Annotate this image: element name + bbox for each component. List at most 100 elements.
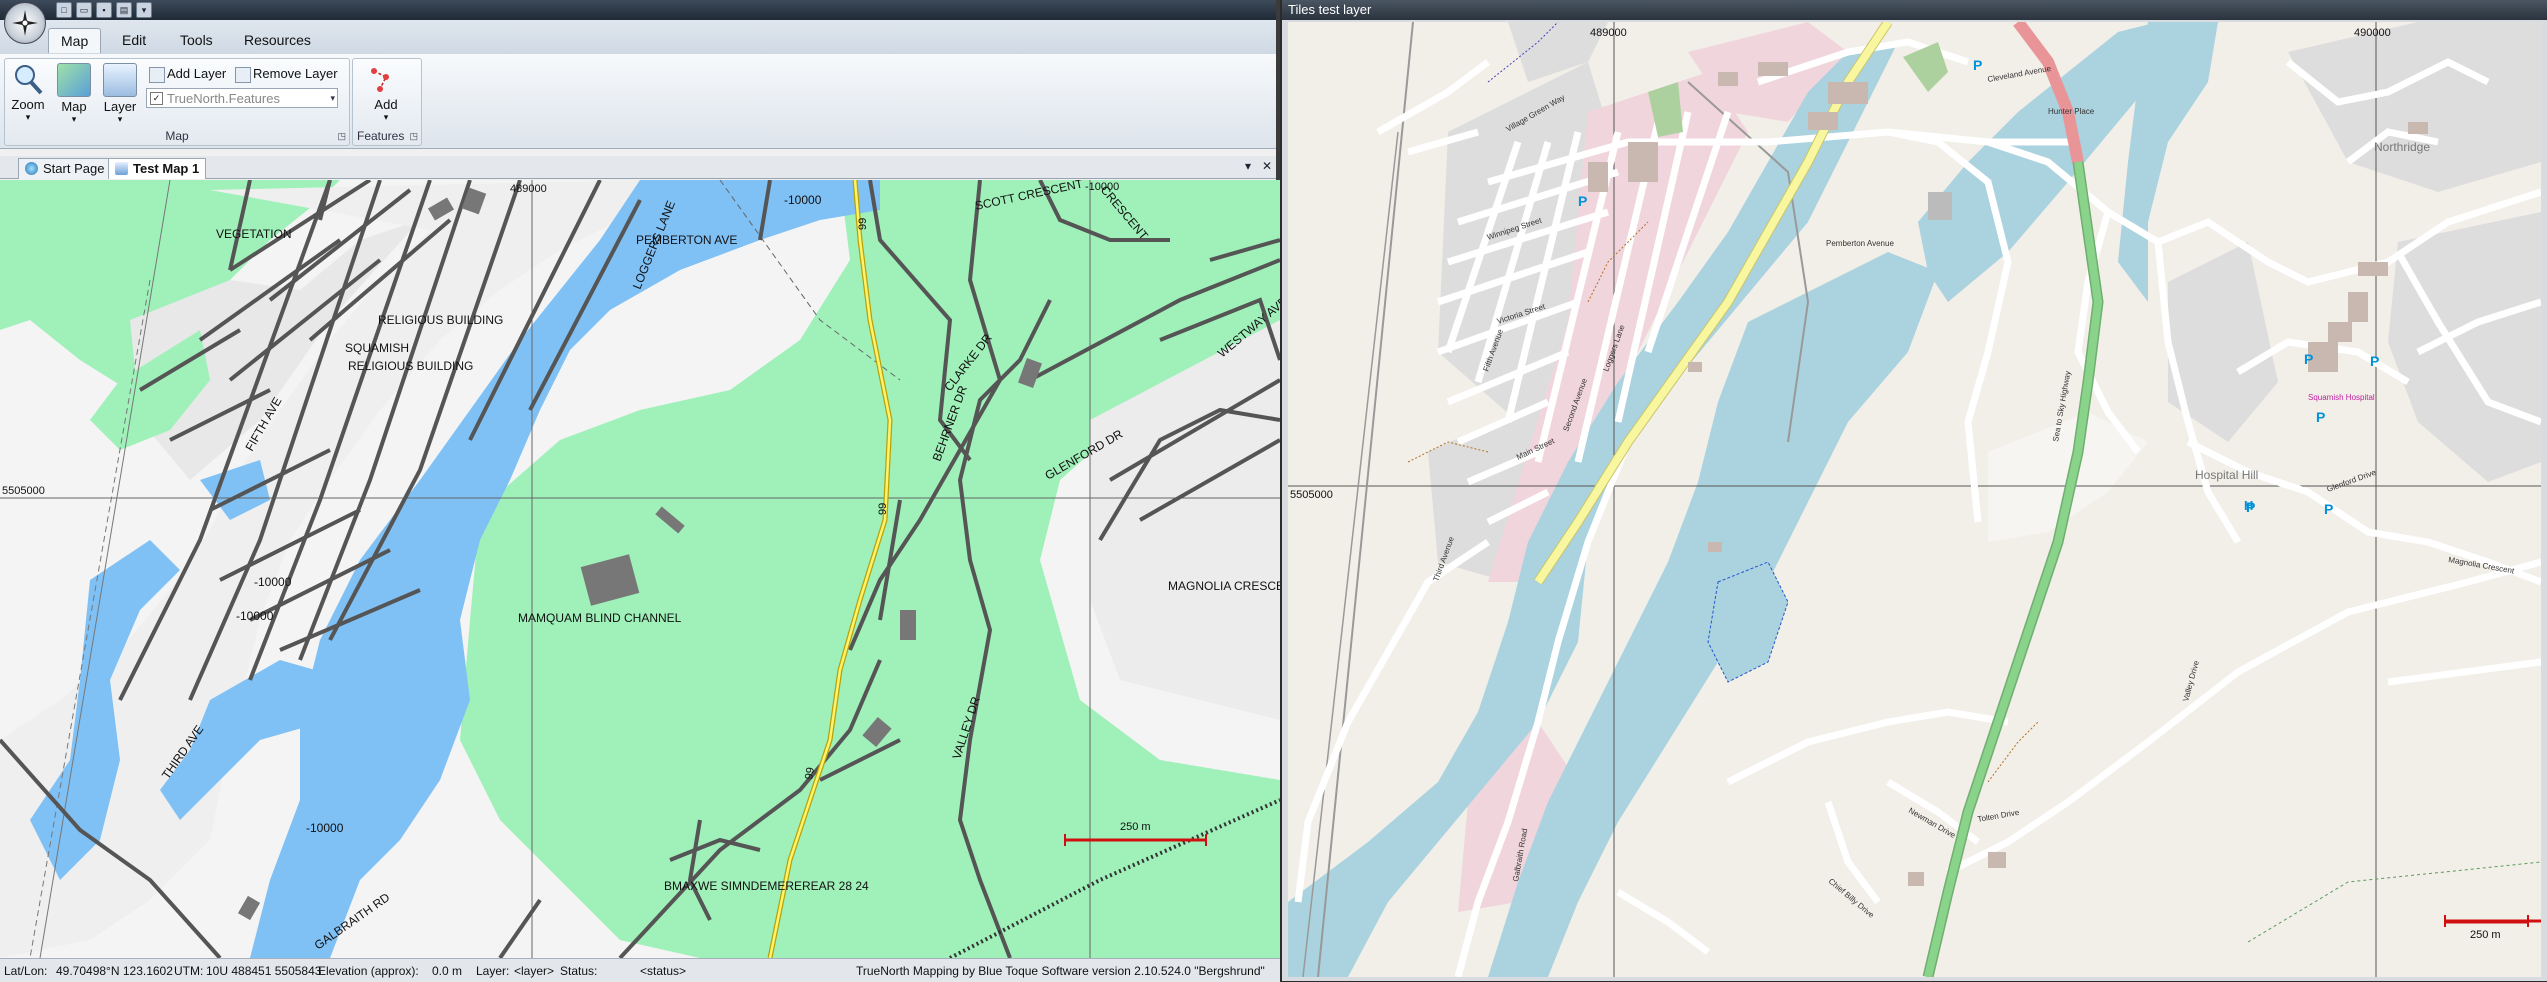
label-hospital-hill: Hospital Hill (2195, 468, 2258, 482)
label-depth-5: -10000 (1085, 181, 1119, 193)
label-squamish: SQUAMISH (345, 341, 409, 355)
label-depth-4: -10000 (306, 821, 344, 835)
label-hwy99-1: 99 (857, 218, 869, 230)
label-religious-2: RELIGIOUS BUILDING (348, 359, 473, 373)
helipad-icon: H (2244, 498, 2253, 513)
label-grid-x: 489000 (510, 183, 547, 195)
tab-tools[interactable]: Tools (168, 28, 225, 52)
layer-icon (103, 63, 137, 97)
label-overlap: BMAXWE SIMNDEMEREREAR 28 24 (664, 879, 869, 893)
window-title: Tiles test layer (1288, 2, 1372, 17)
parking-icon: P (2370, 353, 2379, 369)
parking-icon: P (1578, 193, 1587, 209)
application-button[interactable] (4, 2, 46, 44)
label-depth-2: -10000 (254, 575, 292, 589)
tab-list-dropdown-icon[interactable]: ▾ (1245, 159, 1251, 173)
close-tab-icon[interactable]: ✕ (1262, 159, 1272, 173)
label-grid-x2: 490000 (2354, 27, 2391, 39)
compass-icon (12, 10, 38, 36)
parking-icon: P (2304, 351, 2313, 367)
elevation-value: 0.0 m (432, 964, 463, 978)
tiles-test-window: Tiles test layer P P P P P P P H Northri… (1282, 0, 2547, 981)
label-northridge: Northridge (2374, 140, 2430, 154)
layer-visible-checkbox[interactable]: ✓ (150, 92, 163, 105)
building-grey (1928, 192, 1952, 220)
map-dropdown-icon: ▾ (71, 114, 77, 124)
latlon-value: 49.70498°N 123.1602 (56, 964, 173, 978)
latlon-label: Lat/Lon: (4, 964, 48, 978)
features-group: Add ▾ Features ◳ (352, 58, 422, 146)
label-hwy99-3: 99 (803, 766, 817, 780)
elevation-label: Elevation (approx): (318, 964, 419, 978)
label-depth-1: -10000 (784, 193, 822, 207)
utm-value: 10U 488451 5505843 (206, 964, 322, 978)
map-group-label: Map (165, 129, 189, 143)
label-depth-3: -10000 (236, 609, 274, 623)
status-value: <status> (640, 964, 687, 978)
label-hunter: Hunter Place (2048, 107, 2095, 116)
vector-map[interactable]: VEGETATION RELIGIOUS BUILDING SQUAMISH R… (0, 180, 1280, 958)
map-group-launcher-icon[interactable]: ◳ (337, 131, 346, 142)
map-icon (57, 63, 91, 97)
layer-status-label: Layer: (476, 964, 510, 978)
layer-combo[interactable]: ✓ TrueNorth.Features ▾ (146, 88, 338, 108)
ribbon-tabs: Map Edit Tools Resources (0, 20, 1276, 54)
globe-icon (25, 162, 38, 175)
remove-layer-button[interactable]: Remove Layer (233, 65, 338, 83)
tab-start-page[interactable]: Start Page (18, 158, 112, 179)
tab-test-map-1[interactable]: Test Map 1 (108, 158, 207, 179)
truenorth-window: □ ▭ ▪ ▤ ▾ Map Edit Tools Resources Zoom … (0, 0, 1280, 982)
tile-map-canvas[interactable]: P P P P P P P H Northridge Hospital Hill… (1288, 22, 2541, 977)
zoom-dropdown-icon: ▾ (25, 112, 31, 122)
print-icon[interactable]: ▤ (116, 2, 132, 18)
layer-status-value: <layer> (514, 964, 555, 978)
tile-map[interactable]: P P P P P P P H Northridge Hospital Hill… (1288, 22, 2541, 977)
label-mamquam: MAMQUAM BLIND CHANNEL (518, 611, 682, 625)
map-doc-icon (115, 162, 128, 175)
right-title-bar: Tiles test layer (1282, 0, 2547, 20)
utm-label: UTM: (174, 964, 204, 978)
layer-combo-dropdown-icon[interactable]: ▾ (330, 93, 335, 104)
vector-map-canvas[interactable]: VEGETATION RELIGIOUS BUILDING SQUAMISH R… (0, 180, 1280, 958)
tab-resources[interactable]: Resources (232, 28, 323, 52)
label-religious-1: RELIGIOUS BUILDING (378, 313, 503, 327)
tab-edit[interactable]: Edit (110, 28, 158, 52)
quick-access-toolbar: □ ▭ ▪ ▤ ▾ (56, 2, 152, 18)
add-feature-icon (370, 63, 402, 95)
add-feature-button[interactable]: Add ▾ (365, 63, 407, 123)
features-group-launcher-icon[interactable]: ◳ (409, 131, 418, 142)
qat-dropdown-icon[interactable]: ▾ (136, 2, 152, 18)
parking-icon: P (1973, 57, 1982, 73)
open-icon[interactable]: ▭ (76, 2, 92, 18)
add-dropdown-icon: ▾ (383, 112, 389, 122)
add-layer-button[interactable]: Add Layer (147, 65, 226, 83)
building (900, 610, 916, 640)
ribbon: Zoom ▾ Map ▾ Layer ▾ Add Layer Remove La… (0, 54, 1276, 149)
save-icon[interactable]: ▪ (96, 2, 112, 18)
add-layer-icon (149, 67, 165, 83)
label-hospital: Squamish Hospital (2308, 393, 2375, 402)
label-scale: 250 m (1120, 821, 1151, 833)
building (237, 895, 261, 921)
document-tabs: Start Page Test Map 1 ▾ ✕ (0, 156, 1276, 179)
status-bar: Lat/Lon: 49.70498°N 123.1602 UTM: 10U 48… (0, 958, 1280, 982)
label-pemberton: Pemberton Avenue (1826, 239, 1894, 248)
label-grid-x1: 489000 (1590, 27, 1627, 39)
layer-dropdown-icon: ▾ (117, 114, 123, 124)
left-title-bar: □ ▭ ▪ ▤ ▾ (0, 0, 1276, 20)
zoom-button[interactable]: Zoom ▾ (7, 63, 49, 123)
tab-map[interactable]: Map (48, 28, 102, 53)
label-vegetation: VEGETATION (216, 227, 292, 241)
magnifier-icon (12, 63, 44, 95)
remove-layer-icon (235, 67, 251, 83)
label-hwy99-2: 99 (877, 503, 889, 515)
layer-button[interactable]: Layer ▾ (99, 63, 141, 125)
version-text: TrueNorth Mapping by Blue Toque Software… (856, 964, 1265, 978)
label-grid-y: 5505000 (1290, 489, 1333, 501)
new-icon[interactable]: □ (56, 2, 72, 18)
label-magnolia: MAGNOLIA CRESCE (1168, 579, 1280, 593)
label-scale: 250 m (2470, 929, 2501, 941)
map-button[interactable]: Map ▾ (53, 63, 95, 125)
status-label: Status: (560, 964, 598, 978)
parking-icon: P (2324, 501, 2333, 517)
